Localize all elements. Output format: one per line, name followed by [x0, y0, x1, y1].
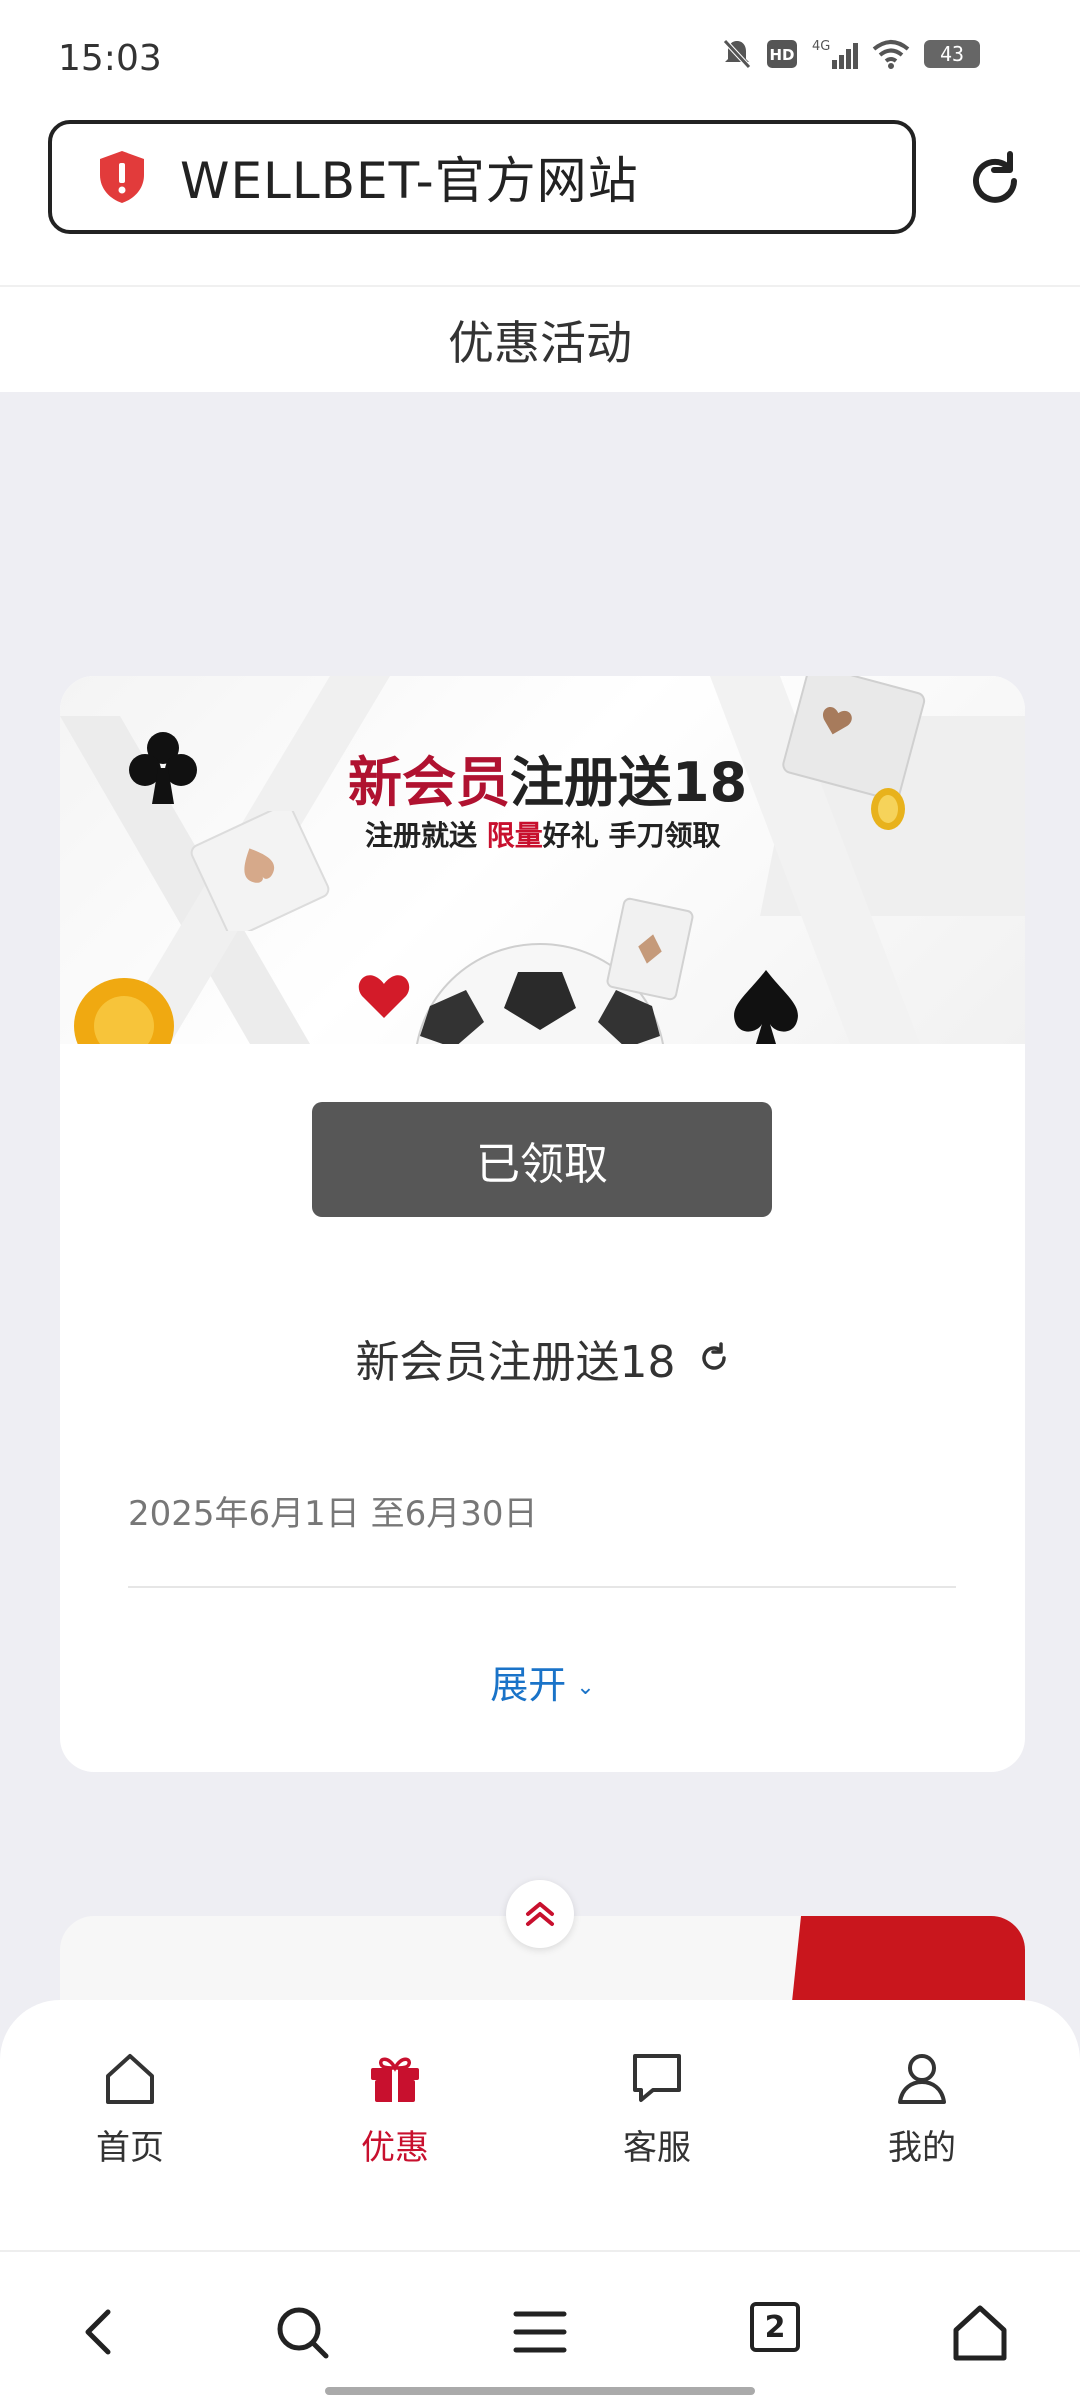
- status-bar: 15:03 HD 4G 43: [0, 0, 1080, 110]
- chat-icon: [633, 2054, 681, 2102]
- signal-4g-icon: 4G: [812, 39, 858, 69]
- expand-toggle[interactable]: 展开 ⌄: [60, 1654, 1025, 1709]
- double-chevron-up-icon: [526, 1902, 554, 1926]
- wifi-icon: [872, 40, 910, 69]
- reload-icon[interactable]: [964, 150, 1026, 212]
- scroll-to-top-button[interactable]: [506, 1880, 574, 1948]
- tab-profile-label: 我的: [888, 2128, 956, 2168]
- banner-subtitle-part2: 好礼 手刀领取: [542, 819, 721, 852]
- svg-text:4G: 4G: [812, 39, 830, 54]
- search-icon[interactable]: [272, 2302, 332, 2362]
- hd-icon: HD: [767, 40, 797, 68]
- heart-suit-icon: [358, 975, 410, 1018]
- promo-name: 新会员注册送18: [355, 1337, 676, 1388]
- spade-suit-icon: [734, 970, 798, 1044]
- tab-home[interactable]: 首页: [30, 2050, 230, 2169]
- tab-promotions-label: 优惠: [361, 2128, 429, 2168]
- svg-text:HD: HD: [769, 46, 794, 64]
- page-title: 优惠活动: [448, 315, 632, 370]
- back-icon[interactable]: [70, 2302, 130, 2362]
- promo-banner[interactable]: 新会员注册送18 注册就送 限量好礼 手刀领取: [60, 676, 1025, 1044]
- banner-title-highlight: 新会员: [348, 751, 510, 814]
- gift-icon: [371, 2057, 419, 2102]
- gesture-home-indicator[interactable]: [325, 2387, 755, 2395]
- banner-title-rest: 注册送18: [510, 751, 748, 814]
- tab-home-label: 首页: [96, 2128, 164, 2168]
- mute-icon: [723, 39, 751, 69]
- address-bar[interactable]: WELLBET-官方网站: [48, 120, 916, 234]
- status-time: 15:03: [58, 38, 162, 79]
- tabs-icon[interactable]: 2: [750, 2302, 800, 2352]
- shield-alert-icon[interactable]: [96, 149, 148, 205]
- expand-label: 展开: [490, 1663, 567, 1707]
- browser-navigation-bar: 2: [0, 2250, 1080, 2402]
- banner-subtitle-part1: 注册就送: [365, 819, 478, 852]
- battery-icon: 43: [924, 40, 980, 68]
- promo-name-row: 新会员注册送18: [60, 1326, 1025, 1390]
- address-bar-title: WELLBET-官方网站: [180, 152, 639, 210]
- claimed-button[interactable]: 已领取: [312, 1102, 772, 1217]
- tab-support[interactable]: 客服: [557, 2050, 757, 2169]
- divider: [128, 1586, 956, 1588]
- playing-card-spade-icon: [190, 811, 330, 931]
- club-suit-icon: [129, 732, 197, 804]
- status-icons: HD 4G 43: [722, 38, 980, 70]
- home-icon[interactable]: [950, 2302, 1010, 2362]
- chevron-down-icon: ⌄: [576, 1675, 595, 1700]
- menu-icon[interactable]: [510, 2302, 570, 2362]
- home-icon: [106, 2054, 154, 2104]
- gold-coin-large-icon: [74, 978, 174, 1044]
- promo-card: 新会员注册送18 注册就送 限量好礼 手刀领取 已领取 新会员注册送18 202…: [60, 676, 1025, 1772]
- tab-promotions[interactable]: 优惠: [295, 2050, 495, 2169]
- banner-subtitle-highlight: 限量: [486, 819, 543, 852]
- banner-subtitle: 注册就送 限量好礼 手刀领取: [365, 814, 721, 854]
- refresh-icon[interactable]: [698, 1342, 730, 1374]
- app-tab-bar: 首页 优惠 客服 我的: [0, 2000, 1080, 2250]
- browser-toolbar: WELLBET-官方网站: [0, 110, 1080, 285]
- promo-date-range: 2025年6月1日 至6月30日: [128, 1494, 538, 1534]
- gold-coin-icon: [871, 788, 905, 830]
- tab-support-label: 客服: [623, 2128, 691, 2168]
- page-header: 优惠活动: [0, 285, 1080, 392]
- tab-profile[interactable]: 我的: [822, 2050, 1022, 2169]
- banner-title: 新会员注册送18: [348, 738, 747, 817]
- playing-card-diamond-icon: [606, 897, 694, 1001]
- user-icon: [898, 2054, 946, 2104]
